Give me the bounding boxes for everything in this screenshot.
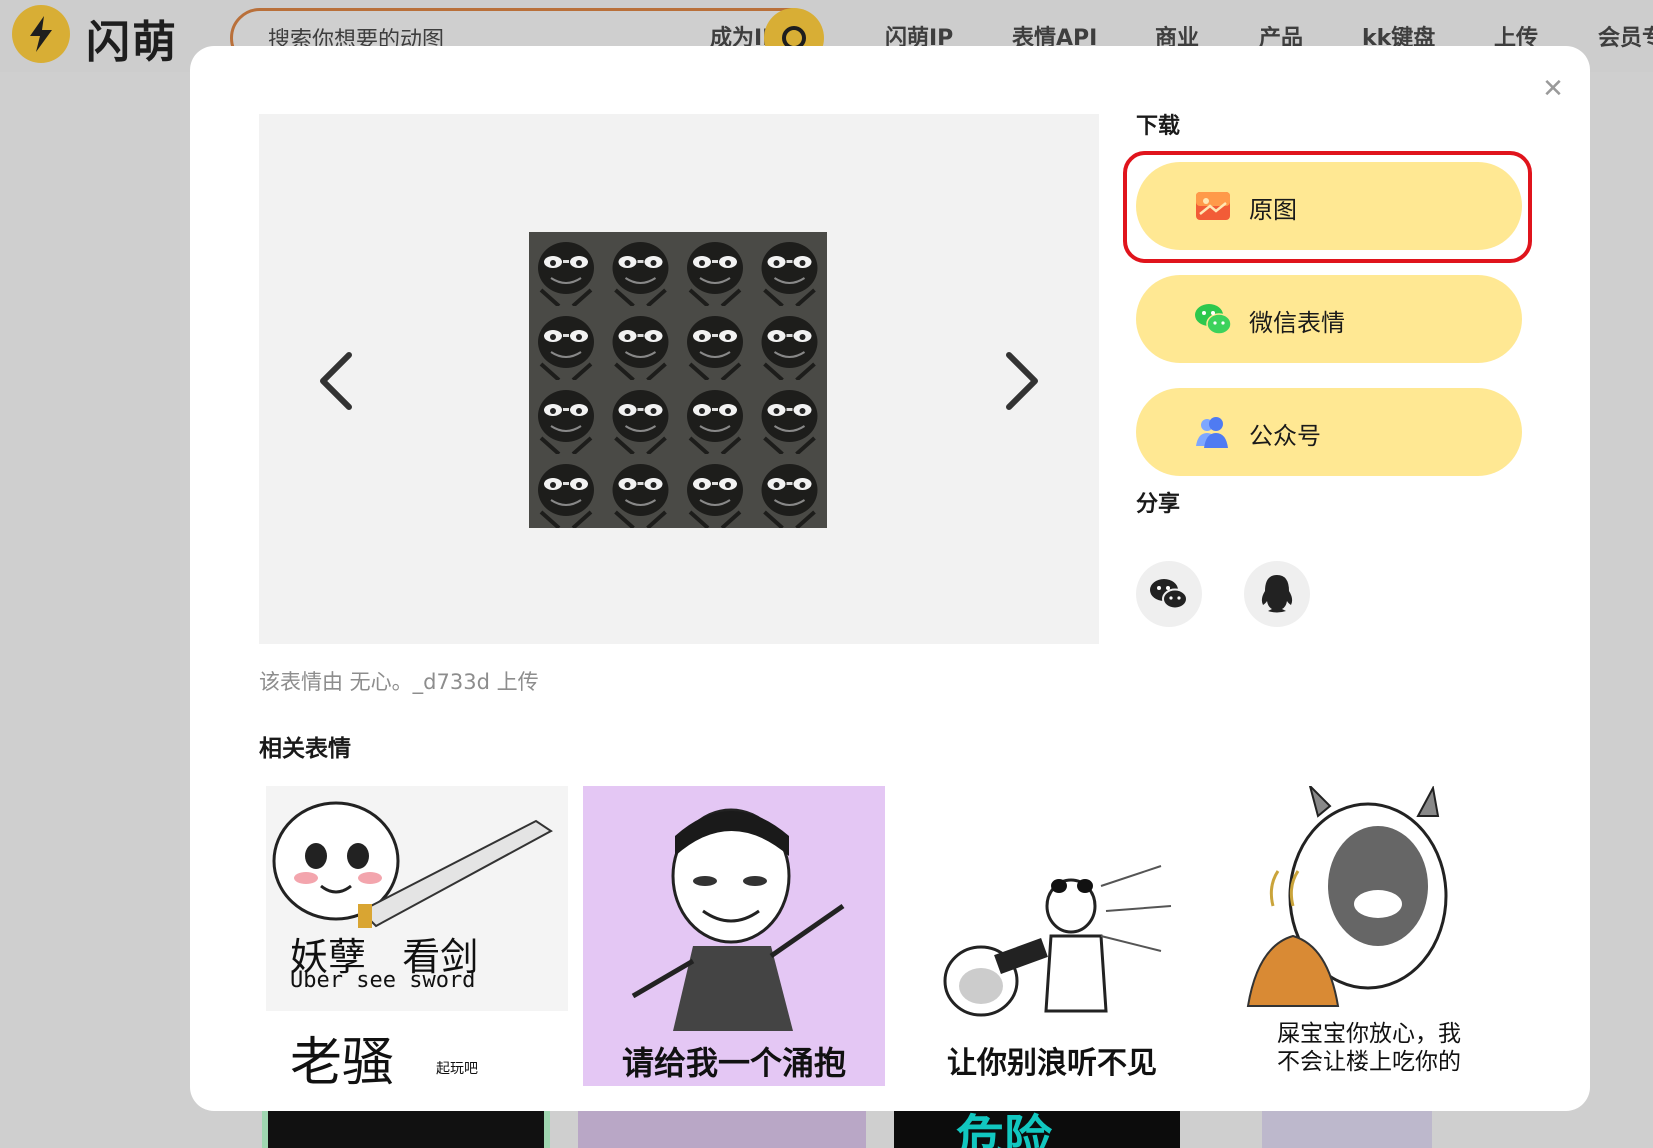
related-emoji-caption: 请给我一个涌抱 (621, 1044, 846, 1082)
image-viewer (259, 114, 1099, 644)
related-emoji-caption: 不会让楼上吃你的 (1277, 1049, 1461, 1075)
previous-arrow-icon[interactable] (315, 349, 359, 413)
download-official-account-label: 公众号 (1249, 422, 1321, 450)
share-wechat-button[interactable] (1136, 561, 1202, 627)
uploader-credit: 该表情由 无心。_d733d 上传 (259, 670, 539, 694)
qq-icon (1261, 575, 1293, 613)
related-emoji-caption: 让你别浪听不见 (947, 1046, 1157, 1081)
wechat-icon (1195, 304, 1232, 335)
related-emoji-caption: 老骚 (290, 1033, 395, 1086)
background-tile (262, 1108, 550, 1148)
share-qq-button[interactable] (1244, 561, 1310, 627)
lightning-logo-icon[interactable] (12, 5, 70, 63)
download-original-label: 原图 (1249, 196, 1297, 224)
related-emoji-item[interactable]: 妖孽 看剑 Uber see sword 老骚 起玩吧 (266, 786, 568, 1086)
emoji-preview-image (529, 232, 827, 528)
users-icon (1196, 417, 1228, 448)
download-original-button[interactable]: 原图 (1136, 162, 1522, 250)
emoji-detail-modal: ✕ 该表情由 无心。_d733d 上传 相关表情 妖孽 看剑 Uber see … (190, 46, 1590, 1111)
related-emoji-item[interactable]: 屎宝宝你放心，我 不会让楼上吃你的 (1218, 786, 1520, 1086)
image-icon (1196, 192, 1230, 220)
download-official-account-button[interactable]: 公众号 (1136, 388, 1522, 476)
nav-item-membership[interactable]: 会员专 (1598, 20, 1653, 52)
related-section-title: 相关表情 (259, 736, 351, 762)
background-tile (1262, 1108, 1432, 1148)
related-emoji-subcaption: 起玩吧 (436, 1061, 478, 1077)
download-wechat-label: 微信表情 (1249, 309, 1345, 337)
related-emoji-subcaption: Uber see sword (290, 968, 476, 993)
share-section-title: 分享 (1136, 492, 1181, 517)
close-icon[interactable]: ✕ (1538, 74, 1568, 104)
related-emoji-item[interactable]: 请给我一个涌抱 (583, 786, 885, 1086)
download-wechat-button[interactable]: 微信表情 (1136, 275, 1522, 363)
download-section-title: 下载 (1136, 114, 1181, 139)
next-arrow-icon[interactable] (999, 349, 1043, 413)
logo-text[interactable]: 闪萌 (86, 6, 178, 70)
background-tile (578, 1108, 866, 1148)
wechat-icon (1150, 579, 1188, 610)
related-emoji-item[interactable]: 让你别浪听不见 (901, 786, 1203, 1086)
